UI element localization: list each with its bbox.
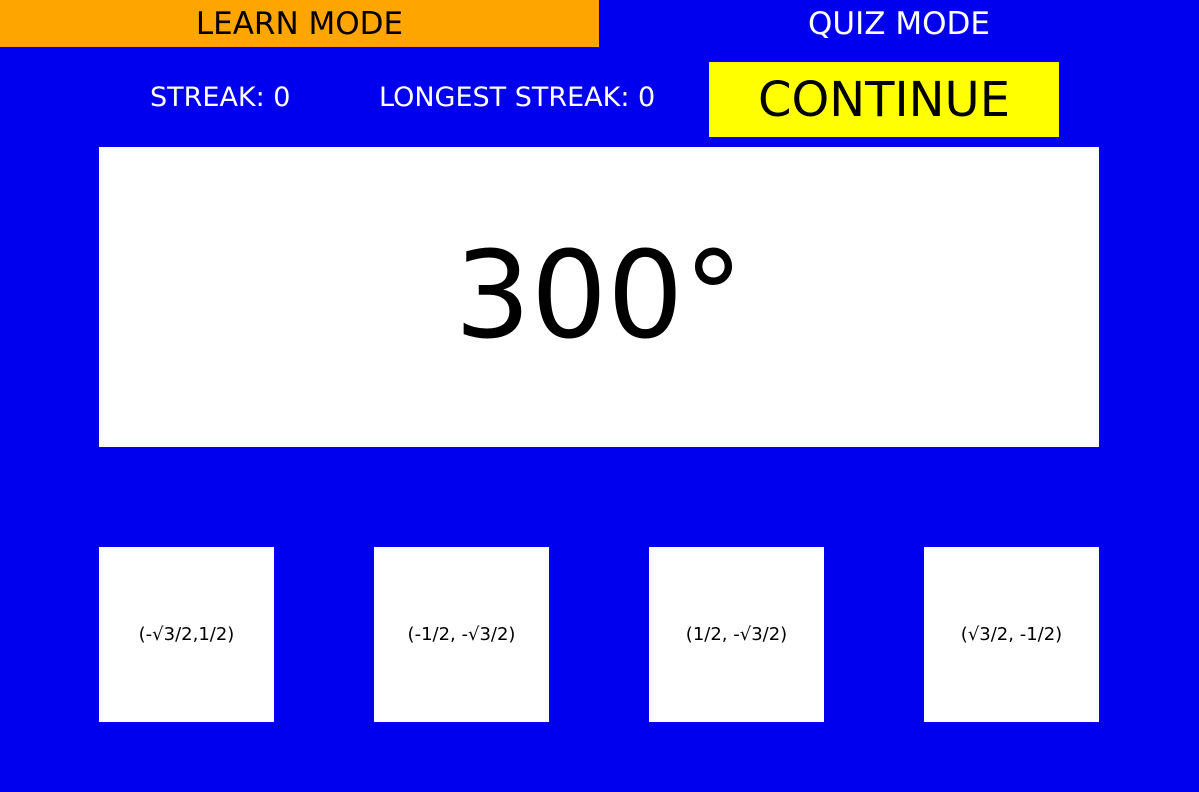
tab-learn-mode[interactable]: LEARN MODE — [0, 0, 599, 47]
answer-choice-2[interactable]: (-1/2, -√3/2) — [374, 547, 549, 722]
continue-button[interactable]: CONTINUE — [709, 62, 1059, 137]
tab-quiz-mode-label: QUIZ MODE — [808, 5, 990, 42]
tab-learn-mode-label: LEARN MODE — [195, 5, 404, 42]
answer-choice-1-label: (-√3/2,1/2) — [138, 624, 235, 645]
tab-quiz-mode[interactable]: QUIZ MODE — [599, 0, 1199, 47]
streak-counter: STREAK: 0 — [150, 82, 291, 113]
answer-choice-3-label: (1/2, -√3/2) — [685, 624, 788, 645]
answer-choice-2-label: (-1/2, -√3/2) — [407, 624, 516, 645]
answer-choice-4[interactable]: (√3/2, -1/2) — [924, 547, 1099, 722]
longest-streak-counter: LONGEST STREAK: 0 — [379, 82, 656, 113]
continue-button-label: CONTINUE — [757, 71, 1011, 128]
question-card: 300° — [99, 147, 1099, 447]
question-angle: 300° — [454, 227, 744, 366]
answer-choice-1[interactable]: (-√3/2,1/2) — [99, 547, 274, 722]
answer-choice-4-label: (√3/2, -1/2) — [960, 624, 1063, 645]
answer-choice-3[interactable]: (1/2, -√3/2) — [649, 547, 824, 722]
